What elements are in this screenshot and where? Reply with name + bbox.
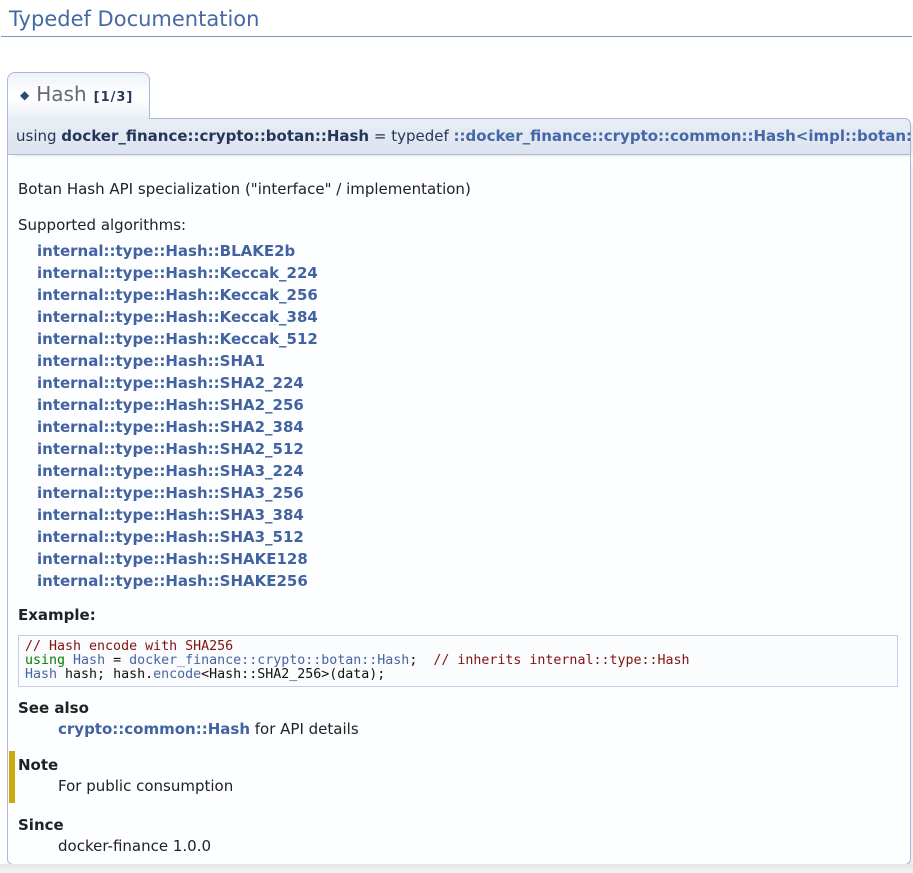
- decl-target-link[interactable]: ::docker_finance::crypto::common::Hash<i…: [454, 127, 913, 145]
- algorithm-link[interactable]: internal::type::Hash::SHA2_384: [37, 416, 900, 438]
- algorithm-link[interactable]: internal::type::Hash::Keccak_256: [37, 284, 900, 306]
- since-text: docker-finance 1.0.0: [58, 837, 900, 856]
- code-keyword: using: [25, 653, 73, 668]
- code-link-hash-type[interactable]: Hash: [25, 667, 57, 682]
- see-also-section: See also crypto::common::Hash for API de…: [18, 699, 900, 739]
- see-also-content: crypto::common::Hash for API details: [58, 720, 900, 739]
- decl-prefix: using: [16, 127, 61, 145]
- algorithm-link[interactable]: internal::type::Hash::SHA3_512: [37, 526, 900, 548]
- algorithm-link[interactable]: internal::type::Hash::SHA2_256: [37, 394, 900, 416]
- algorithm-link[interactable]: internal::type::Hash::SHAKE128: [37, 548, 900, 570]
- tab-hash: ◆ Hash [1/3]: [7, 72, 150, 119]
- overload-badge: [1/3]: [94, 90, 134, 105]
- decl-name: docker_finance::crypto::botan::Hash: [61, 127, 369, 145]
- algorithm-link[interactable]: internal::type::Hash::SHA3_224: [37, 460, 900, 482]
- supported-algorithms-label: Supported algorithms:: [18, 216, 900, 235]
- algorithm-list: internal::type::Hash::BLAKE2b internal::…: [18, 240, 900, 592]
- code-plain: =: [105, 653, 129, 668]
- algorithm-link[interactable]: internal::type::Hash::SHAKE256: [37, 570, 900, 592]
- algorithm-link[interactable]: internal::type::Hash::SHA2_224: [37, 372, 900, 394]
- code-plain: hash; hash.: [57, 667, 153, 682]
- since-label: Since: [18, 816, 900, 835]
- member-name: Hash: [36, 82, 86, 106]
- example-label: Example:: [18, 606, 900, 625]
- code-line: // Hash encode with SHA256: [25, 639, 233, 654]
- code-link-botan-hash[interactable]: docker_finance::crypto::botan::Hash: [129, 653, 409, 668]
- code-link-encode[interactable]: encode: [153, 667, 201, 682]
- algorithm-link[interactable]: internal::type::Hash::SHA2_512: [37, 438, 900, 460]
- algorithm-link[interactable]: internal::type::Hash::Keccak_512: [37, 328, 900, 350]
- code-link-hash-alias[interactable]: Hash: [73, 653, 105, 668]
- description-text: Botan Hash API specialization ("interfac…: [18, 180, 900, 199]
- code-plain: <Hash::SHA2_256>(data);: [201, 667, 385, 682]
- note-section: Note For public consumption: [9, 751, 900, 803]
- member-documentation: Botan Hash API specialization ("interfac…: [7, 155, 911, 865]
- code-fragment: // Hash encode with SHA256using Hash = d…: [18, 635, 898, 687]
- algorithm-link[interactable]: internal::type::Hash::SHA3_384: [37, 504, 900, 526]
- see-also-link[interactable]: crypto::common::Hash: [58, 720, 250, 738]
- code-line: Hash hash; hash.encode<Hash::SHA2_256>(d…: [25, 667, 385, 682]
- algorithm-link[interactable]: internal::type::Hash::Keccak_384: [37, 306, 900, 328]
- note-text: For public consumption: [58, 777, 900, 796]
- note-label: Note: [18, 756, 900, 775]
- algorithm-link[interactable]: internal::type::Hash::SHA1: [37, 350, 900, 372]
- page-bottom-divider: [0, 864, 913, 873]
- decl-middle: = typedef: [369, 127, 453, 145]
- code-plain: ;: [409, 653, 433, 668]
- code-comment: // inherits internal::type::Hash: [433, 653, 689, 668]
- code-comment: // Hash encode with SHA256: [25, 639, 233, 654]
- permalink-diamond-icon[interactable]: ◆: [20, 88, 29, 102]
- algorithm-link[interactable]: internal::type::Hash::BLAKE2b: [37, 240, 900, 262]
- algorithm-link[interactable]: internal::type::Hash::Keccak_224: [37, 262, 900, 284]
- page-title: Typedef Documentation: [1, 0, 912, 37]
- since-section: Since docker-finance 1.0.0: [18, 816, 900, 856]
- code-line: using Hash = docker_finance::crypto::bot…: [25, 653, 690, 668]
- see-also-suffix: for API details: [250, 720, 359, 738]
- see-also-label: See also: [18, 699, 900, 718]
- member-item: ◆Hash[1/3] using docker_finance::crypto:…: [7, 72, 911, 865]
- algorithm-link[interactable]: internal::type::Hash::SHA3_256: [37, 482, 900, 504]
- typedef-declaration: using docker_finance::crypto::botan::Has…: [7, 118, 911, 155]
